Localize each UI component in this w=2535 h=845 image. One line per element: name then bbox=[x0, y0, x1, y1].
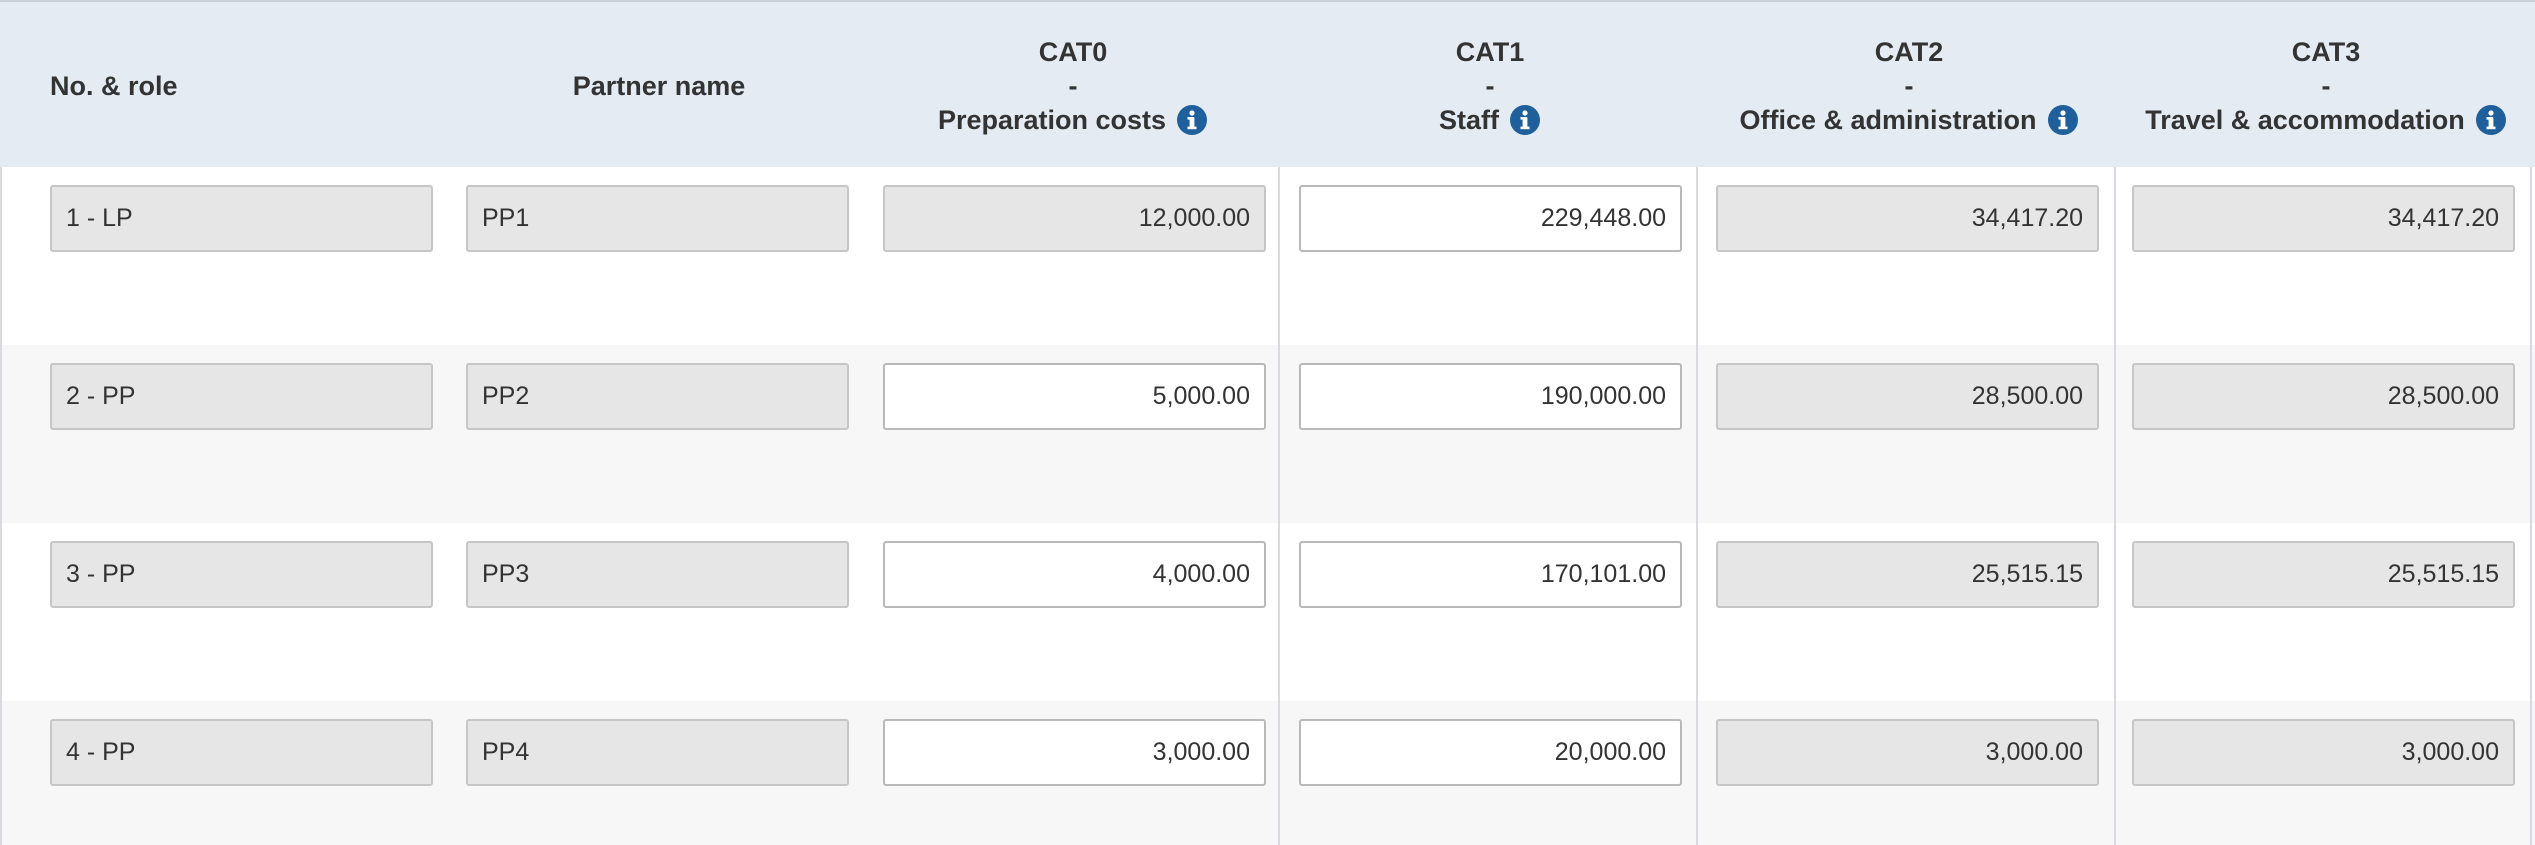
cat2-code: CAT2 bbox=[1874, 36, 1944, 67]
header-cat2: CAT2 - Office & administration bbox=[1704, 2, 2114, 169]
info-icon[interactable] bbox=[1509, 104, 1541, 136]
cat3-travel-field: 28,500.00 bbox=[2132, 363, 2515, 430]
cat0-preparation-costs-input[interactable]: 5,000.00 bbox=[883, 363, 1266, 430]
budget-table: No. & role Partner name CAT0 - Preparati… bbox=[0, 0, 2535, 845]
partner-name-field: PP3 bbox=[466, 541, 849, 608]
column-divider bbox=[2114, 167, 2116, 845]
cat3-travel-field: 34,417.20 bbox=[2132, 185, 2515, 252]
cat2-office-admin-field: 25,515.15 bbox=[1716, 541, 2099, 608]
cat3-travel-field: 25,515.15 bbox=[2132, 541, 2515, 608]
role-field: 3 - PP bbox=[50, 541, 433, 608]
cat0-preparation-costs-input[interactable]: 4,000.00 bbox=[883, 541, 1266, 608]
header-cat3: CAT3 - Travel & accommodation bbox=[2118, 2, 2534, 169]
header-partner: Partner name bbox=[462, 2, 856, 169]
cat2-separator: - bbox=[1904, 70, 1914, 101]
role-field: 1 - LP bbox=[50, 185, 433, 252]
header-cat1: CAT1 - Staff bbox=[1288, 2, 1692, 169]
table-row: 1 - LP PP1 12,000.00 229,448.00 34,417.2… bbox=[0, 167, 2535, 345]
cat3-name: Travel & accommodation bbox=[2145, 104, 2465, 135]
role-field: 4 - PP bbox=[50, 719, 433, 786]
column-divider bbox=[0, 167, 2, 845]
cat0-name: Preparation costs bbox=[937, 104, 1167, 135]
header-cat0: CAT0 - Preparation costs bbox=[870, 2, 1276, 169]
table-row: 3 - PP PP3 4,000.00 170,101.00 25,515.15… bbox=[0, 523, 2535, 701]
header-role: No. & role bbox=[50, 2, 210, 169]
cat1-separator: - bbox=[1485, 70, 1495, 101]
info-icon[interactable] bbox=[2475, 104, 2507, 136]
header-role-label: No. & role bbox=[50, 70, 178, 101]
cat2-office-admin-field: 34,417.20 bbox=[1716, 185, 2099, 252]
partner-name-field: PP1 bbox=[466, 185, 849, 252]
cat1-staff-input[interactable]: 20,000.00 bbox=[1299, 719, 1682, 786]
cat2-name: Office & administration bbox=[1739, 104, 2037, 135]
cat1-staff-input[interactable]: 190,000.00 bbox=[1299, 363, 1682, 430]
cat3-separator: - bbox=[2321, 70, 2331, 101]
column-divider bbox=[2530, 167, 2532, 845]
column-divider bbox=[1696, 167, 1698, 845]
cat0-preparation-costs-input[interactable]: 3,000.00 bbox=[883, 719, 1266, 786]
cat1-staff-input[interactable]: 229,448.00 bbox=[1299, 185, 1682, 252]
cat2-office-admin-field: 3,000.00 bbox=[1716, 719, 2099, 786]
cat3-code: CAT3 bbox=[2291, 36, 2361, 67]
info-icon[interactable] bbox=[1176, 104, 1208, 136]
header-partner-label: Partner name bbox=[572, 70, 746, 101]
cat3-travel-field: 3,000.00 bbox=[2132, 719, 2515, 786]
table-row: 2 - PP PP2 5,000.00 190,000.00 28,500.00… bbox=[0, 345, 2535, 523]
cat1-code: CAT1 bbox=[1455, 36, 1525, 67]
role-field: 2 - PP bbox=[50, 363, 433, 430]
cat0-preparation-costs-field: 12,000.00 bbox=[883, 185, 1266, 252]
cat2-office-admin-field: 28,500.00 bbox=[1716, 363, 2099, 430]
cat1-name: Staff bbox=[1439, 104, 1499, 135]
table-row: 4 - PP PP4 3,000.00 20,000.00 3,000.00 3… bbox=[0, 701, 2535, 845]
table-header: No. & role Partner name CAT0 - Preparati… bbox=[0, 0, 2535, 167]
column-divider bbox=[1278, 167, 1280, 845]
partner-name-field: PP4 bbox=[466, 719, 849, 786]
partner-name-field: PP2 bbox=[466, 363, 849, 430]
cat0-code: CAT0 bbox=[1038, 36, 1108, 67]
cat0-separator: - bbox=[1068, 70, 1078, 101]
info-icon[interactable] bbox=[2047, 104, 2079, 136]
cat1-staff-input[interactable]: 170,101.00 bbox=[1299, 541, 1682, 608]
